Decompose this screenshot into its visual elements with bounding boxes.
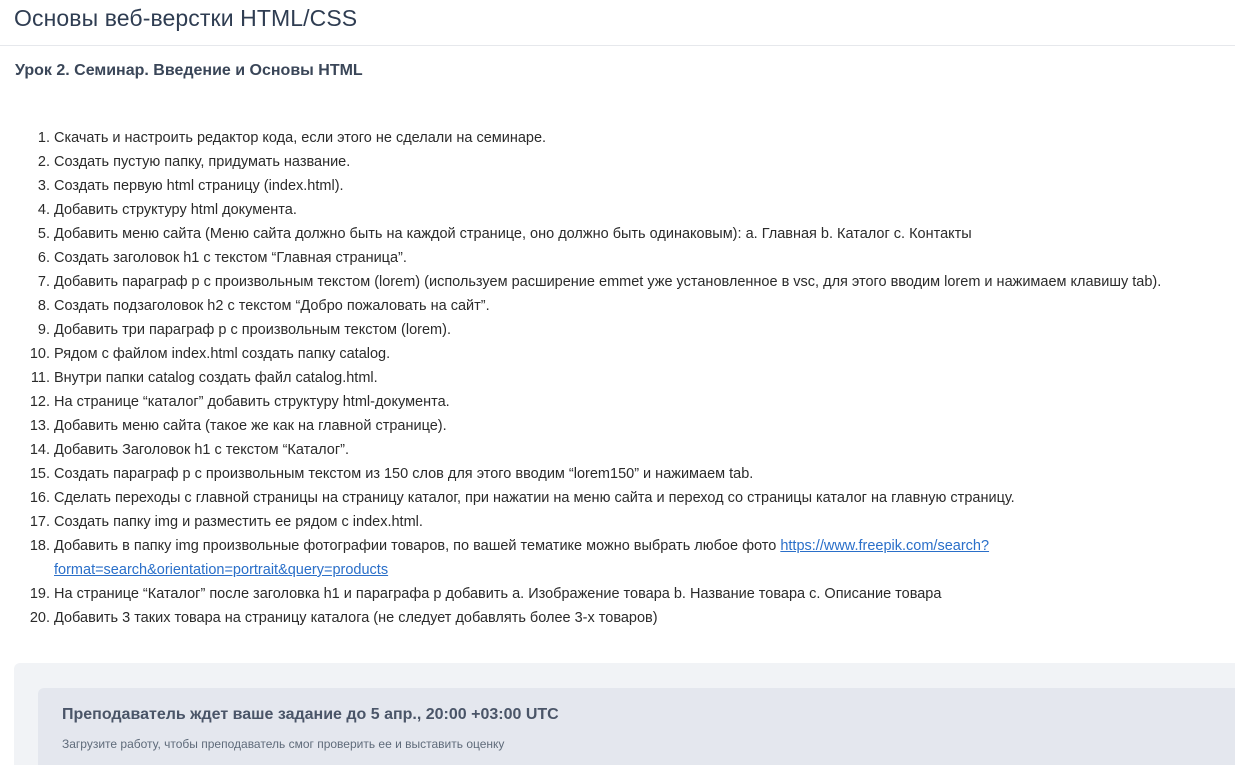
task-text: Создать первую html страницу (index.html… — [54, 178, 344, 194]
task-number: 1. — [37, 130, 50, 146]
task-number: 18. — [29, 538, 50, 554]
lesson-title: Урок 2. Семинар. Введение и Основы HTML — [15, 62, 363, 79]
task-number: 8. — [37, 298, 50, 314]
task-text: Добавить 3 таких товара на страницу ката… — [54, 610, 658, 626]
submission-card — [38, 688, 1235, 765]
lesson-page: Основы веб-верстки HTML/CSS Урок 2. Семи… — [0, 0, 1235, 765]
course-title: Основы веб-верстки HTML/CSS — [14, 5, 358, 31]
task-text: Добавить меню сайта (Меню сайта должно б… — [54, 226, 972, 242]
task-item: 13. Добавить меню сайта (такое же как на … — [30, 414, 1229, 438]
task-number: 20. — [29, 610, 50, 626]
task-list: 1. Скачать и настроить редактор кода, есл… — [30, 126, 1229, 630]
task-text: Скачать и настроить редактор кода, если … — [54, 130, 547, 146]
task-number: 11. — [30, 370, 50, 386]
task-item: 18. Добавить в папку img произвольные фот… — [30, 534, 1229, 582]
task-item: 8. Создать подзаголовок h2 с текстом “Доб… — [38, 294, 1229, 318]
freepik-link-line1[interactable]: https://www.freepik.com/search? — [780, 538, 989, 554]
upload-hint: Загрузите работу, чтобы преподаватель см… — [62, 737, 505, 751]
task-item: 5. Добавить меню сайта (Меню сайта должно… — [38, 222, 1229, 246]
task-item: 9. Добавить три параграф p с произвольным… — [38, 318, 1229, 342]
task-text: Добавить структуру html документа. — [54, 202, 297, 218]
task-text: Создать параграф p с произвольным тексто… — [54, 466, 754, 482]
task-text: Сделать переходы с главной страницы на с… — [54, 490, 1015, 506]
task-item: 6. Создать заголовок h1 с текстом “Главна… — [38, 246, 1229, 270]
task-item: 4. Добавить структуру html документа. — [38, 198, 1229, 222]
task-text: На странице “Каталог” после заголовка h1… — [54, 586, 942, 602]
task-text: Создать пустую папку, придумать название… — [54, 154, 351, 170]
task-item: 2. Создать пустую папку, придумать назван… — [38, 150, 1229, 174]
task-text: На странице “каталог” добавить структуру… — [54, 394, 450, 410]
task-number: 2. — [37, 154, 50, 170]
task-item: 3. Создать первую html страницу (index.ht… — [38, 174, 1229, 198]
task-number: 5. — [37, 226, 50, 242]
task-text: Создать заголовок h1 с текстом “Главная … — [54, 250, 407, 266]
task-item: 15. Создать параграф p с произвольным тек… — [30, 462, 1229, 486]
task-number: 3. — [37, 178, 50, 194]
task-item: 7. Добавить параграф p с произвольным тек… — [38, 270, 1229, 294]
task-text: Внутри папки catalog создать файл catalo… — [54, 370, 378, 386]
task-number: 12. — [29, 394, 50, 410]
header-divider — [0, 45, 1235, 46]
task-item: 20. Добавить 3 таких товара на страницу к… — [30, 606, 1229, 630]
task-text: Создать папку img и разместить ее рядом … — [54, 514, 423, 530]
task-text: Добавить Заголовок h1 с текстом “Каталог… — [54, 442, 349, 458]
task-text: Добавить параграф p с произвольным текст… — [54, 274, 1162, 290]
task-item: 11. Внутри папки catalog создать файл cat… — [31, 366, 1229, 390]
task-item: 14. Добавить Заголовок h1 с текстом “Ката… — [30, 438, 1229, 462]
task-number: 6. — [37, 250, 50, 266]
task-item: 16. Сделать переходы с главной страницы н… — [30, 486, 1229, 510]
task-text: Добавить в папку img произвольные фотогр… — [54, 538, 781, 554]
task-item: 10. Рядом с файлом index.html создать пап… — [30, 342, 1229, 366]
task-number: 7. — [37, 274, 50, 290]
task-number: 15. — [29, 466, 50, 482]
task-number: 9. — [37, 322, 50, 338]
task-item: 17. Создать папку img и разместить ее ряд… — [30, 510, 1229, 534]
task-item: 1. Скачать и настроить редактор кода, есл… — [38, 126, 1229, 150]
task-item: 12. На странице “каталог” добавить структ… — [30, 390, 1229, 414]
deadline-text: Преподаватель ждет ваше задание до 5 апр… — [62, 706, 559, 723]
task-number: 17. — [29, 514, 50, 530]
task-number: 4. — [37, 202, 50, 218]
task-number: 14. — [29, 442, 50, 458]
task-number: 16. — [29, 490, 50, 506]
task-text: Рядом с файлом index.html создать папку … — [54, 346, 391, 362]
task-text: Создать подзаголовок h2 с текстом “Добро… — [54, 298, 490, 314]
task-number: 13. — [29, 418, 50, 434]
freepik-link-line2[interactable]: format=search&orientation=portrait&query… — [54, 562, 388, 578]
task-item: 19. На странице “Каталог” после заголовка… — [30, 582, 1229, 606]
task-number: 10. — [29, 346, 50, 362]
task-text: Добавить три параграф p с произвольным т… — [54, 322, 451, 338]
task-number: 19. — [29, 586, 50, 602]
task-text: Добавить меню сайта (такое же как на гла… — [54, 418, 447, 434]
